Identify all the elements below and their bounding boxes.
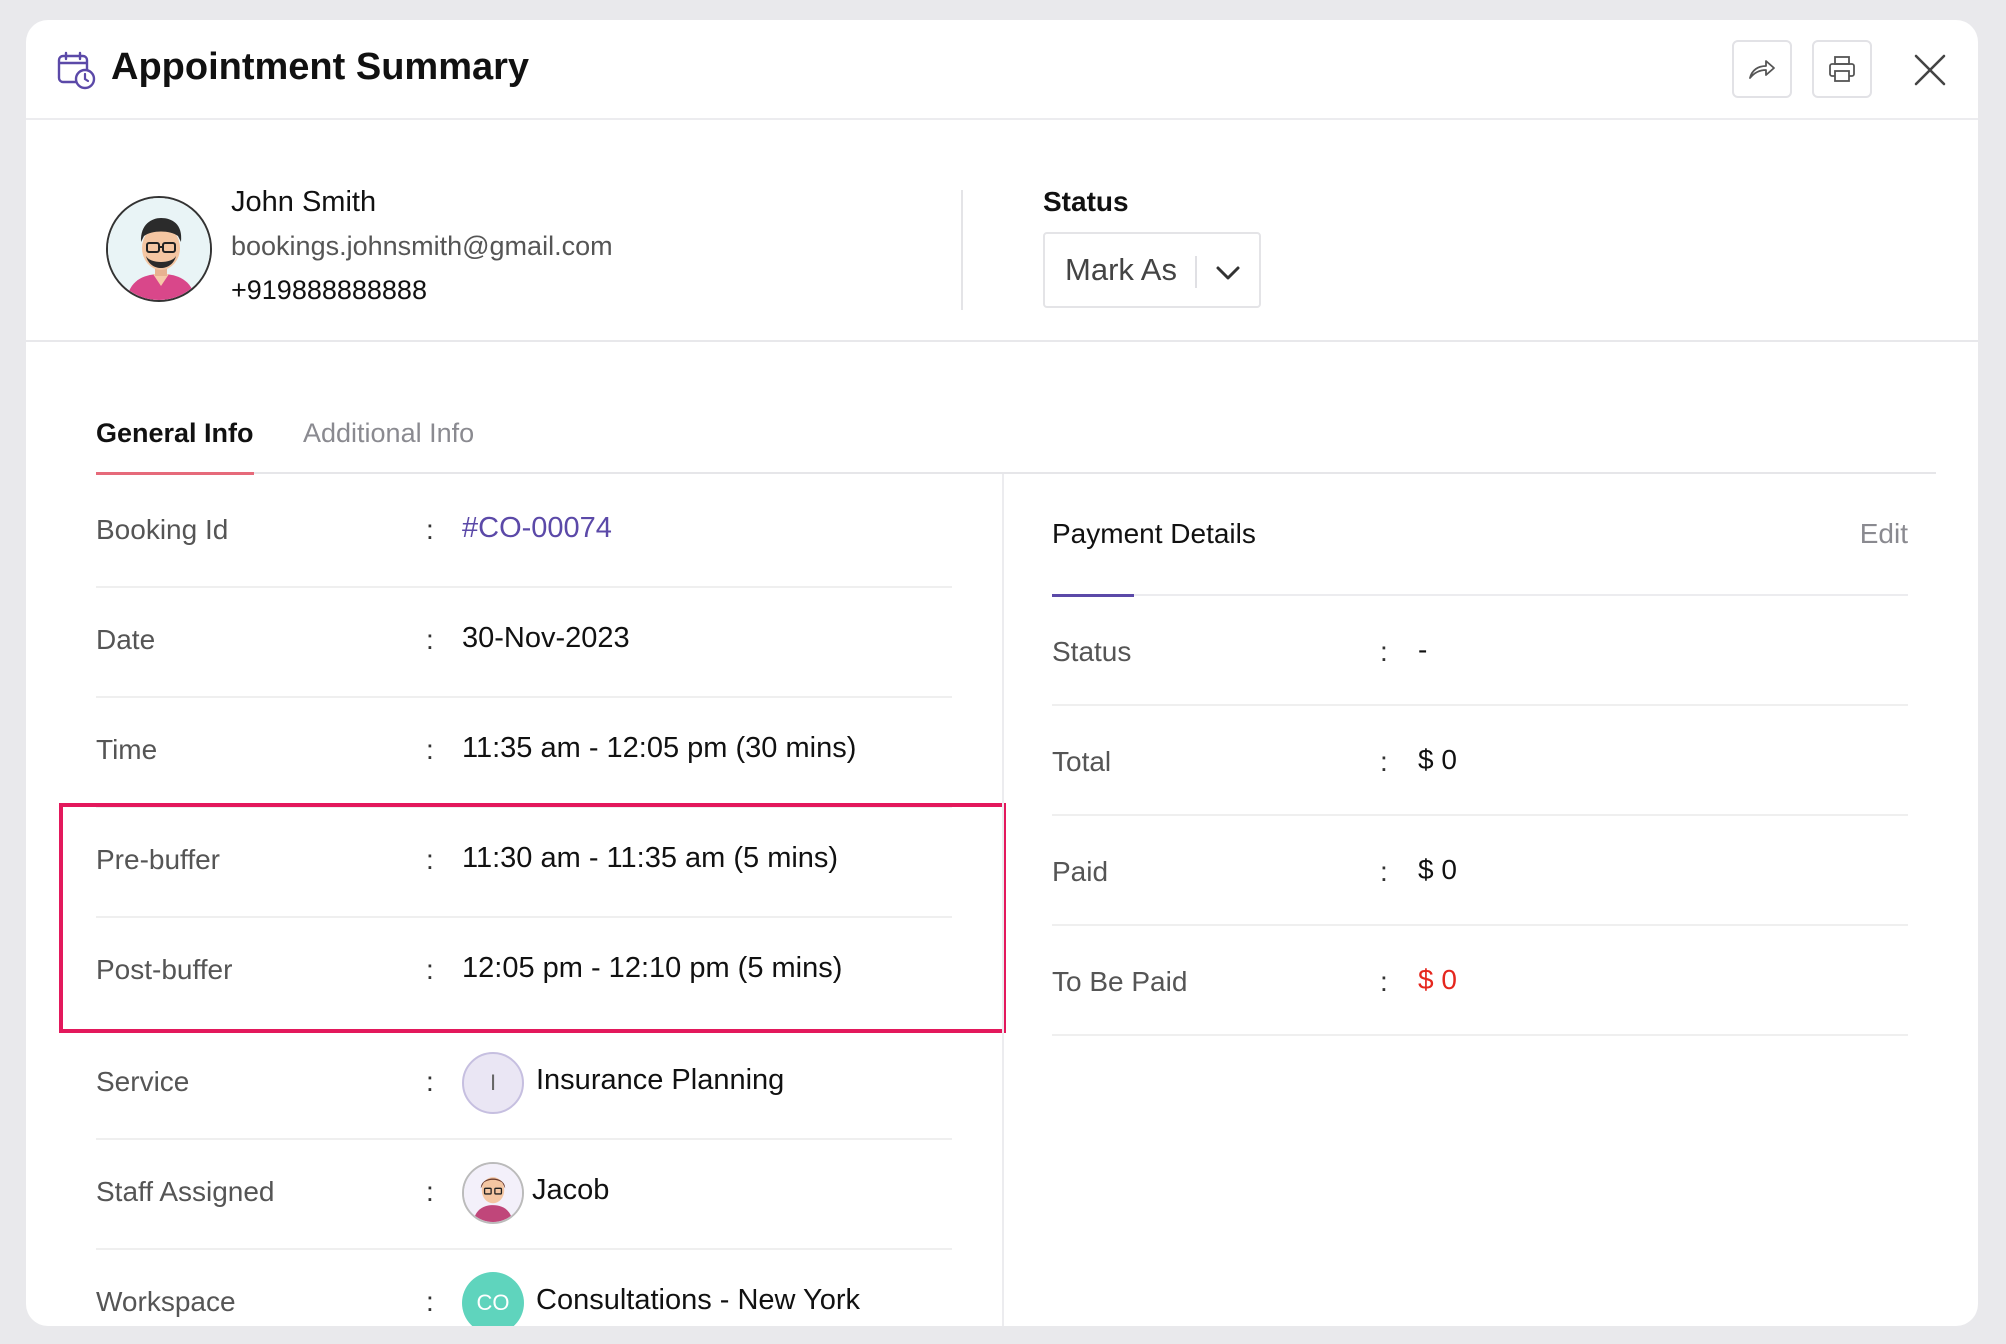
info-row-time: Time : 11:35 am - 12:05 pm (30 mins) — [96, 698, 952, 808]
chevron-down-icon — [1216, 266, 1240, 280]
row-value: $ 0 — [1418, 744, 1457, 775]
row-colon: : — [1380, 636, 1388, 667]
tab-general-info[interactable]: General Info — [96, 418, 254, 475]
row-label: Status — [1052, 636, 1132, 667]
row-label: Staff Assigned — [96, 1176, 275, 1207]
close-icon[interactable] — [1906, 46, 1954, 94]
row-label: Booking Id — [96, 514, 229, 545]
row-label: Post-buffer — [96, 954, 233, 985]
tab-additional-info[interactable]: Additional Info — [303, 418, 474, 449]
row-value: 11:30 am - 11:35 am (5 mins) — [462, 842, 839, 874]
share-button[interactable] — [1732, 40, 1792, 98]
column-divider — [1002, 474, 1004, 1326]
share-icon — [1749, 60, 1775, 79]
row-colon: : — [426, 954, 434, 985]
print-button[interactable] — [1812, 40, 1872, 98]
status-label: Status — [1043, 186, 1129, 217]
customer-section: John Smith bookings.johnsmith@gmail.com … — [26, 120, 1978, 342]
row-value: 30-Nov-2023 — [462, 622, 630, 654]
customer-name: John Smith — [231, 186, 377, 218]
row-label: Service — [96, 1066, 190, 1097]
row-value: 12:05 pm - 12:10 pm (5 mins) — [462, 952, 843, 984]
row-colon: : — [426, 734, 434, 765]
info-row-date: Date : 30-Nov-2023 — [96, 588, 952, 698]
info-row-service: Service : I Insurance Planning — [96, 1030, 952, 1140]
row-label: Time — [96, 734, 158, 765]
row-value: - — [1418, 634, 1428, 665]
info-row-workspace: Workspace : CO Consultations - New York — [96, 1250, 952, 1326]
mark-as-label: Mark As — [1065, 252, 1177, 287]
row-value: Consultations - New York — [536, 1284, 860, 1316]
customer-phone: +919888888888 — [231, 275, 427, 305]
row-label: Total — [1052, 746, 1112, 777]
row-label: To Be Paid — [1052, 966, 1188, 997]
row-colon: : — [426, 844, 434, 875]
info-row-staff-assigned: Staff Assigned : Jacob — [96, 1140, 952, 1250]
info-row-booking-id: Booking Id : #CO-00074 — [96, 478, 952, 588]
mark-as-dropdown[interactable]: Mark As — [1043, 232, 1261, 308]
payment-row-paid: Paid : $ 0 — [1052, 816, 1908, 926]
info-row-pre-buffer: Pre-buffer : 11:30 am - 11:35 am (5 mins… — [96, 808, 952, 918]
row-colon: : — [426, 1286, 434, 1317]
row-label: Pre-buffer — [96, 844, 220, 875]
staff-avatar — [462, 1162, 524, 1224]
service-badge: I — [462, 1052, 524, 1114]
workspace-badge: CO — [462, 1272, 524, 1326]
print-icon — [1829, 56, 1855, 82]
row-colon: : — [426, 1066, 434, 1097]
page-title: Appointment Summary — [111, 46, 530, 88]
row-colon: : — [426, 514, 434, 545]
payment-header: Payment Details Edit — [1052, 478, 1908, 597]
row-value: Insurance Planning — [536, 1064, 785, 1096]
payment-row-total: Total : $ 0 — [1052, 706, 1908, 816]
payment-row-to-be-paid: To Be Paid : $ 0 — [1052, 926, 1908, 1036]
row-value: 11:35 am - 12:05 pm (30 mins) — [462, 732, 857, 764]
booking-id-link[interactable]: #CO-00074 — [462, 512, 612, 545]
row-colon: : — [1380, 966, 1388, 997]
calendar-clock-icon — [57, 51, 96, 90]
appointment-summary-modal: Appointment Summary John Smith bookings.… — [26, 20, 1978, 1326]
section-divider — [961, 190, 963, 310]
payment-row-status: Status : - — [1052, 596, 1908, 706]
payment-title: Payment Details — [1052, 518, 1256, 549]
customer-email: bookings.johnsmith@gmail.com — [231, 231, 613, 261]
row-value: $ 0 — [1418, 964, 1457, 995]
info-row-post-buffer: Post-buffer : 12:05 pm - 12:10 pm (5 min… — [96, 918, 952, 1028]
row-colon: : — [426, 1176, 434, 1207]
row-colon: : — [426, 624, 434, 655]
modal-header: Appointment Summary — [26, 20, 1978, 120]
row-colon: : — [1380, 856, 1388, 887]
customer-avatar — [106, 196, 212, 302]
edit-payment-link[interactable]: Edit — [1860, 518, 1908, 550]
row-value: Jacob — [532, 1174, 610, 1206]
row-label: Paid — [1052, 856, 1109, 887]
tab-bar: General Info Additional Info — [96, 400, 1936, 475]
row-label: Workspace — [96, 1286, 236, 1317]
row-label: Date — [96, 624, 156, 655]
row-value: $ 0 — [1418, 854, 1457, 885]
row-colon: : — [1380, 746, 1388, 777]
